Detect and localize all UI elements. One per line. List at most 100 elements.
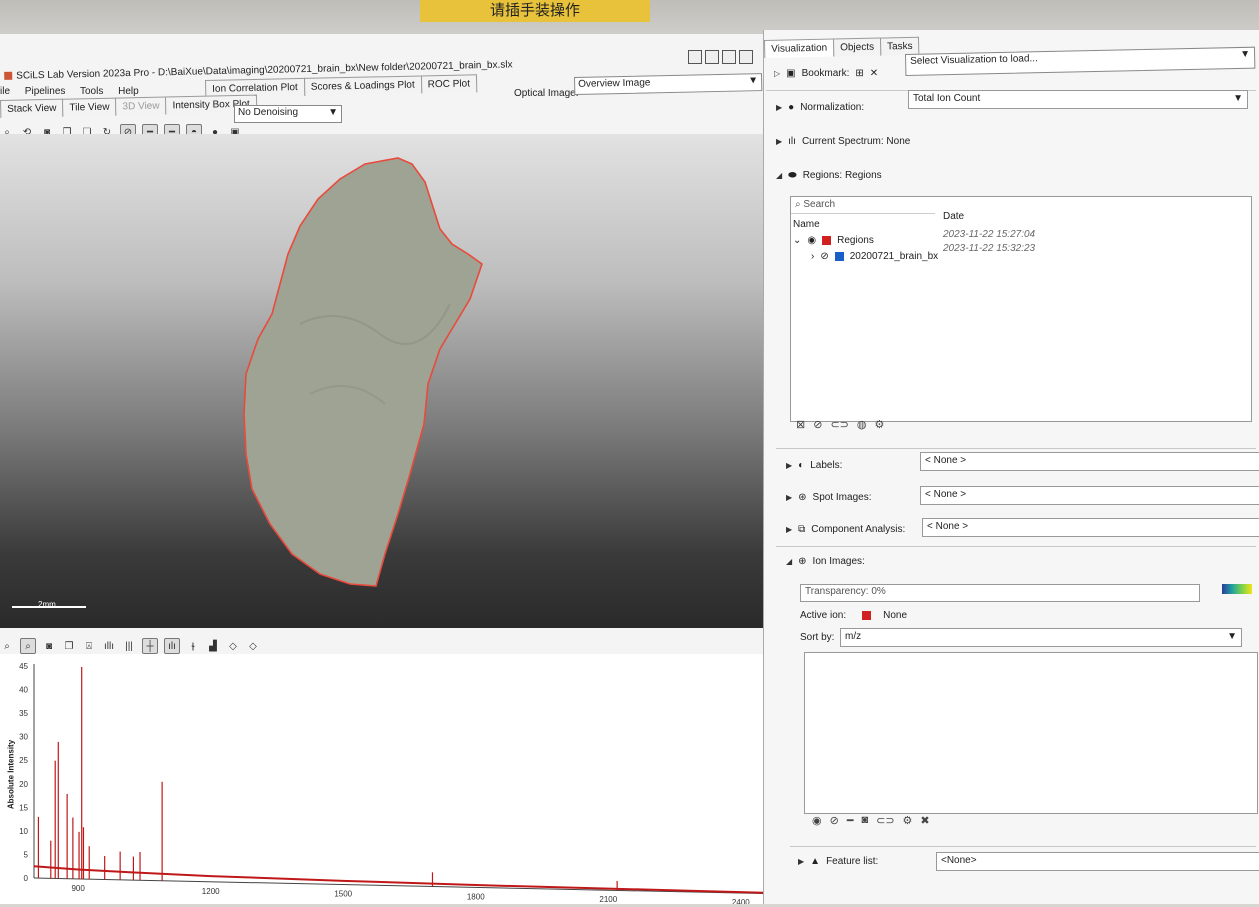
tab-tasks[interactable]: Tasks xyxy=(879,36,920,56)
y-tick-label: 20 xyxy=(19,780,28,789)
spectrum-toolbar: ⌕ ⌕ ◙ ❐ ⍓ ıllı ||| ┼ ılı ⫳ ▟ ◇ ◇ xyxy=(0,638,260,654)
ion-images-toolbar: ◉ ⊘ ━ ◙ ⊂⊃ ⚙ ✖ xyxy=(812,814,930,827)
active-ion-color[interactable] xyxy=(862,611,872,620)
active-ion-row: Active ion: None xyxy=(800,610,907,621)
select-all-icon[interactable]: ⊠ xyxy=(796,418,805,431)
y-tick-label: 0 xyxy=(24,874,29,883)
collapse-arrow-icon[interactable]: ◢ xyxy=(786,557,792,566)
tree-row[interactable]: ⌄ ◉ Regions xyxy=(793,235,874,246)
tab-objects[interactable]: Objects xyxy=(832,37,882,57)
chevron-down-icon[interactable]: ⌄ xyxy=(793,235,801,246)
link-icon[interactable]: ⊂⊃ xyxy=(876,814,894,827)
denoising-select[interactable]: No Denoising ▼ xyxy=(234,105,342,123)
expand-arrow-icon[interactable]: ▶ xyxy=(798,857,804,866)
camera-icon[interactable]: ◙ xyxy=(42,639,56,653)
scale-icon[interactable] xyxy=(739,50,753,64)
zoom-icon[interactable]: ⌕ xyxy=(0,639,14,653)
expand-arrow-icon[interactable]: ▶ xyxy=(776,103,782,112)
menu-help[interactable]: Help xyxy=(118,86,139,97)
eye-hidden-icon[interactable]: ⊘ xyxy=(820,251,828,262)
triangle-icon: ▲ xyxy=(810,856,821,867)
feature-list-select[interactable]: <None> xyxy=(936,852,1259,871)
sort-by-select[interactable]: m/z ▼ xyxy=(840,628,1242,647)
bars-icon[interactable]: ||| xyxy=(122,639,136,653)
tab-stack-view[interactable]: Stack View xyxy=(0,98,64,118)
tab-scores-loadings-plot[interactable]: Scores & Loadings Plot xyxy=(303,75,422,96)
colormap-swatch[interactable] xyxy=(1222,584,1252,594)
labels-value: < None > xyxy=(925,455,967,466)
tab-3d-view[interactable]: 3D View xyxy=(115,96,167,116)
remove-interval-icon[interactable]: ◇ xyxy=(246,639,260,653)
list-icon[interactable] xyxy=(722,50,736,64)
tab-roc-plot[interactable]: ROC Plot xyxy=(420,74,478,94)
expand-arrow-icon[interactable]: ▶ xyxy=(776,137,782,146)
y-tick-label: 40 xyxy=(19,686,28,695)
dot-icon: ● xyxy=(788,102,795,113)
remove-bookmark-icon[interactable]: ✕ xyxy=(870,68,878,79)
spectrum-icon[interactable]: ıllı xyxy=(102,639,116,653)
close-icon[interactable]: ✖ xyxy=(920,814,929,827)
expand-arrow-icon[interactable]: ▷ xyxy=(774,69,780,78)
spot-images-select[interactable]: < None > xyxy=(920,486,1259,505)
minus-icon[interactable]: ━ xyxy=(847,814,854,827)
gear-icon[interactable]: ⚙ xyxy=(874,418,884,431)
tab-tile-view[interactable]: Tile View xyxy=(62,97,117,117)
link-icon[interactable]: ⊂⊃ xyxy=(830,418,848,431)
region-color-swatch xyxy=(834,252,844,261)
normalization-select[interactable]: Total Ion Count ▼ xyxy=(908,90,1248,109)
bookmark-row: ▷ ▣ Bookmark: ⊞ ✕ xyxy=(774,68,878,79)
tree-row[interactable]: › ⊘ 20200721_brain_bx xyxy=(811,251,938,262)
gear-icon[interactable]: ⚙ xyxy=(903,814,913,827)
region-name: 20200721_brain_bx xyxy=(849,251,939,262)
chevron-right-icon[interactable]: › xyxy=(811,251,814,262)
transparency-slider[interactable]: Transparency: 0% xyxy=(800,584,1200,602)
palette-icon[interactable]: ◍ xyxy=(857,418,867,431)
labels-select[interactable]: < None > xyxy=(920,452,1259,471)
intervals-icon[interactable]: ⫳ xyxy=(186,639,200,653)
collapse-arrow-icon[interactable]: ◢ xyxy=(776,171,782,180)
app-logo-icon xyxy=(4,72,13,81)
add-bookmark-icon[interactable]: ⊞ xyxy=(855,68,863,79)
eye-icon[interactable]: ◉ xyxy=(812,814,822,827)
expand-arrow-icon[interactable]: ▶ xyxy=(786,525,792,534)
hide-icon[interactable]: ⊘ xyxy=(813,418,822,431)
lock-icon[interactable] xyxy=(688,50,702,64)
optical-image-view[interactable] xyxy=(0,134,775,628)
component-analysis-select[interactable]: < None > xyxy=(922,518,1259,537)
column-date-header[interactable]: Date xyxy=(943,211,964,222)
menu-pipelines[interactable]: Pipelines xyxy=(25,86,66,97)
sort-by-row: Sort by: xyxy=(800,632,834,643)
spectrum-plot[interactable]: 45 40 35 30 25 20 15 10 5 0 900 1200 1500 1800 2100 24… xyxy=(0,654,790,907)
feature-list-label: Feature list: xyxy=(826,856,879,867)
expand-arrow-icon[interactable]: ▶ xyxy=(786,461,792,470)
column-name-header[interactable]: Name xyxy=(793,219,820,230)
zoom-active-icon[interactable]: ⌕ xyxy=(20,638,36,654)
ion-images-list[interactable] xyxy=(804,652,1258,814)
sort-by-value: m/z xyxy=(845,631,862,642)
tab-visualization[interactable]: Visualization xyxy=(764,38,835,58)
regions-search[interactable]: ⌕ Search xyxy=(791,199,935,214)
histogram-icon[interactable]: ▟ xyxy=(206,639,220,653)
add-interval-icon[interactable]: ◇ xyxy=(226,639,240,653)
feature-list-row: ▶ ▲ Feature list: xyxy=(798,856,878,867)
region-name: Regions xyxy=(837,235,874,246)
eye-icon[interactable]: ◉ xyxy=(807,235,816,246)
x-tick-label: 2100 xyxy=(599,895,617,904)
regions-title: Regions: Regions xyxy=(802,170,882,181)
grid-icon[interactable]: ┼ xyxy=(142,638,158,654)
divider xyxy=(776,448,1256,449)
menu-tools[interactable]: Tools xyxy=(80,86,103,97)
camera-icon[interactable]: ◙ xyxy=(861,814,868,827)
copy-icon[interactable]: ❐ xyxy=(62,639,76,653)
menu-file[interactable]: ile xyxy=(0,86,10,97)
y-tick-label: 25 xyxy=(19,756,28,765)
peak-icon[interactable]: ⍓ xyxy=(82,639,96,653)
profile-icon[interactable]: ılı xyxy=(164,638,180,654)
expand-arrow-icon[interactable]: ▶ xyxy=(786,493,792,502)
chevron-down-icon: ▼ xyxy=(1233,93,1243,104)
eye-hidden-icon[interactable]: ⊘ xyxy=(830,814,839,827)
chevron-down-icon: ▼ xyxy=(1240,48,1251,60)
transparency-value: Transparency: 0% xyxy=(805,586,886,597)
chart-icon[interactable] xyxy=(705,50,719,64)
x-tick-label: 1500 xyxy=(334,890,352,899)
